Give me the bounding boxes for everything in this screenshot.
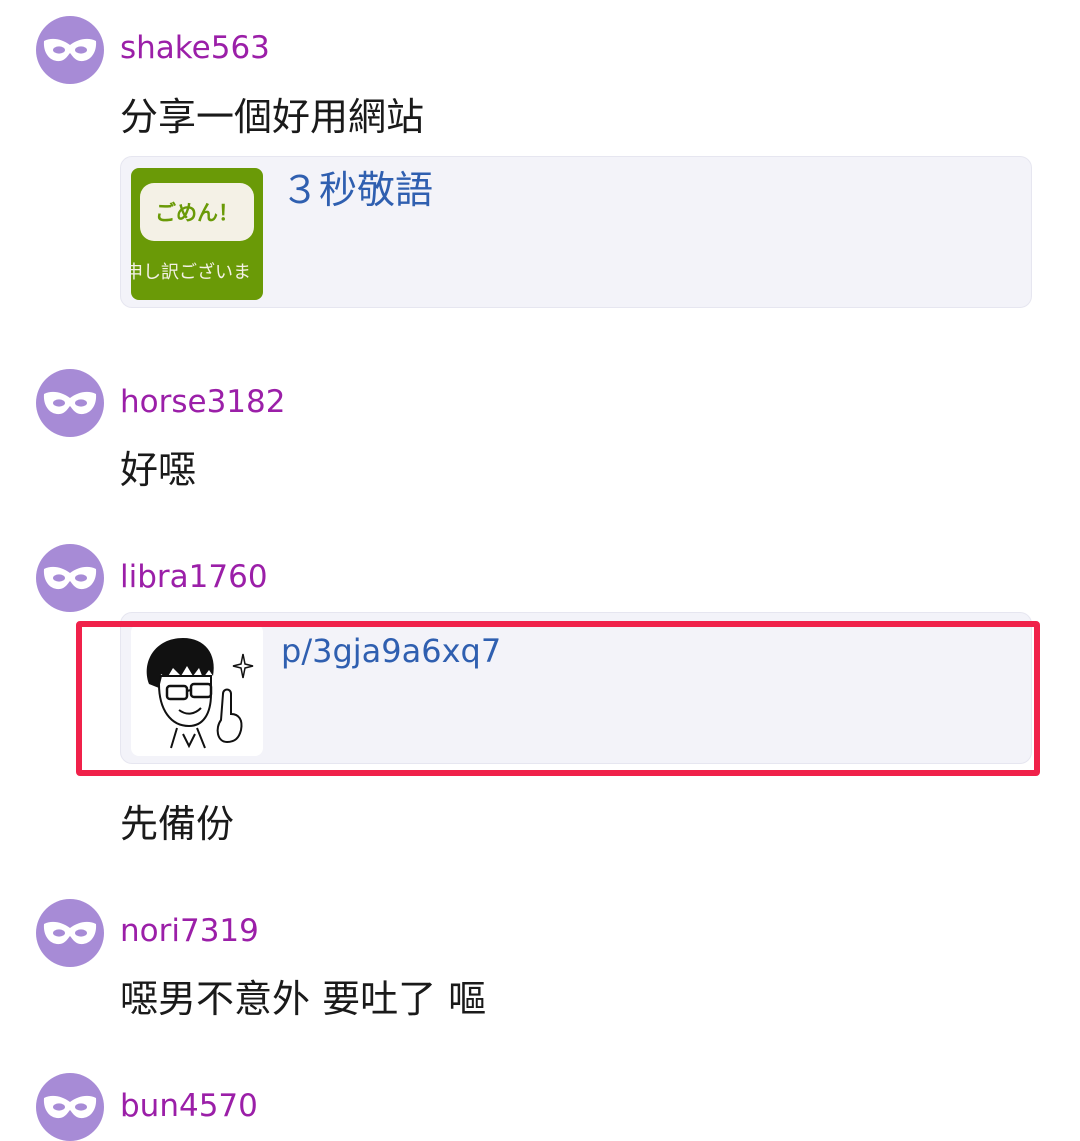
avatar[interactable]: [36, 16, 104, 84]
avatar[interactable]: [36, 544, 104, 612]
link-thumbnail: [131, 624, 263, 756]
username[interactable]: nori7319: [120, 913, 259, 949]
link-preview-card[interactable]: ごめん！ 申し訳ございま ３秒敬語: [120, 156, 1032, 308]
avatar[interactable]: [36, 1073, 104, 1141]
username[interactable]: libra1760: [120, 559, 268, 595]
anonymous-mask-icon: [43, 391, 97, 415]
cartoon-man-thumbs-up-icon: [146, 638, 254, 749]
username[interactable]: shake563: [120, 30, 270, 66]
link-preview-card[interactable]: p/3gja9a6xq7: [120, 612, 1032, 764]
anonymous-mask-icon: [43, 1095, 97, 1119]
comment-text: 先備份: [120, 802, 235, 846]
comment-text: 噁男不意外 要吐了 嘔: [120, 977, 487, 1021]
username[interactable]: bun4570: [120, 1088, 258, 1124]
thumbnail-caption: 申し訳ございま: [131, 262, 251, 283]
anonymous-mask-icon: [43, 566, 97, 590]
avatar[interactable]: [36, 899, 104, 967]
link-title[interactable]: ３秒敬語: [281, 167, 433, 213]
thumbnail-button-label: ごめん！: [140, 183, 254, 241]
link-title[interactable]: p/3gja9a6xq7: [281, 631, 501, 671]
comment-text: 分享一個好用網站: [120, 95, 425, 139]
anonymous-mask-icon: [43, 921, 97, 945]
anonymous-mask-icon: [43, 38, 97, 62]
username[interactable]: horse3182: [120, 384, 285, 420]
comment-text: 好噁: [120, 448, 197, 492]
avatar[interactable]: [36, 369, 104, 437]
link-thumbnail: ごめん！ 申し訳ございま: [131, 168, 263, 300]
